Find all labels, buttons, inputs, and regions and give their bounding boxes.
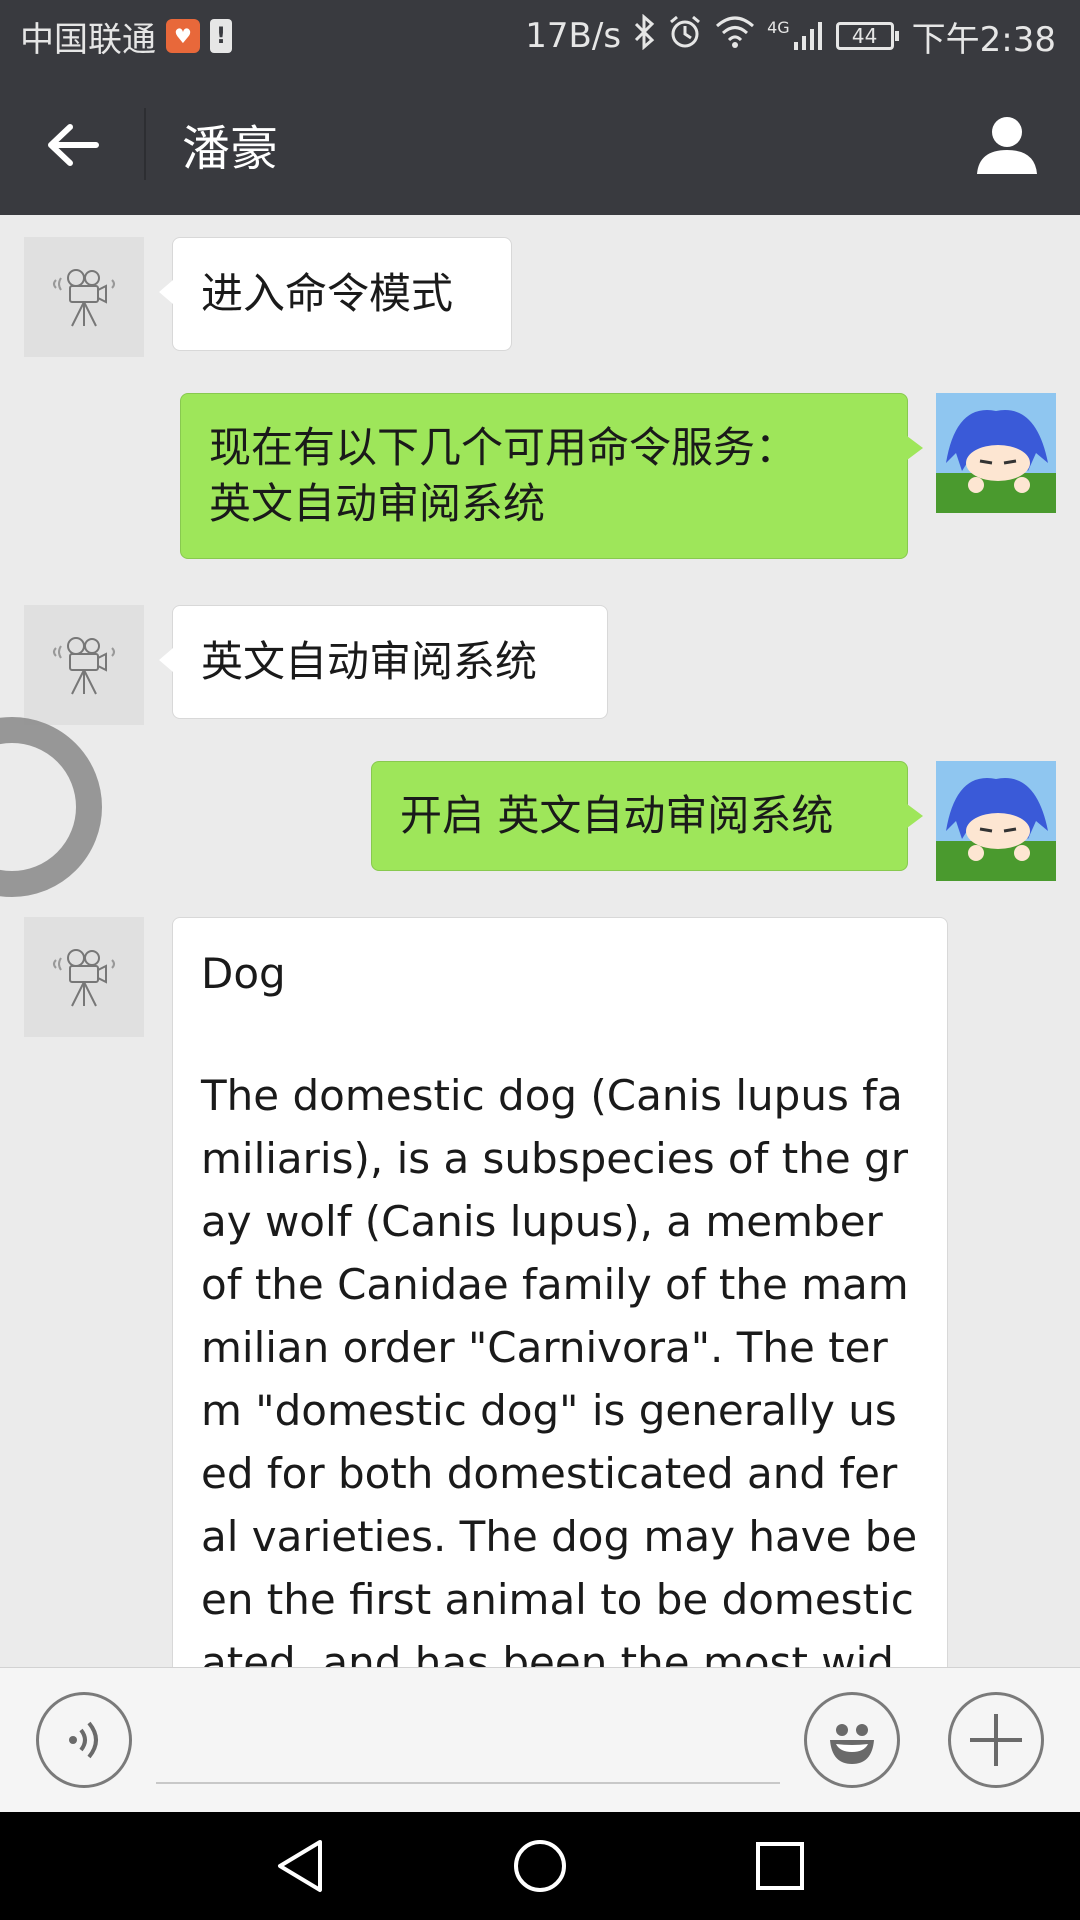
nav-recents-button[interactable] <box>740 1826 820 1906</box>
message-bubble-outgoing[interactable]: 现在有以下几个可用命令服务： 英文自动审阅系统 <box>180 393 923 559</box>
network-speed: 17B/s <box>525 16 622 56</box>
emoji-button[interactable] <box>804 1692 900 1788</box>
message-bubble-incoming[interactable]: 进入命令模式 <box>159 237 512 351</box>
message-bubble-incoming[interactable]: 英文自动审阅系统 <box>159 605 608 719</box>
message-text: The domestic dog (Canis lupus familiaris… <box>201 1071 918 1667</box>
floating-assistive-ball[interactable] <box>0 717 102 897</box>
more-options-button[interactable] <box>948 1692 1044 1788</box>
anime-avatar-icon <box>936 393 1056 513</box>
message-list[interactable]: 进入命令模式 现在有以下几个可用命令服务： 英文自动审阅系统 英文自动审阅系统 <box>0 215 1080 1667</box>
system-nav-bar <box>0 1812 1080 1920</box>
message-text: 英文自动审阅系统 <box>201 637 538 686</box>
bot-avatar[interactable] <box>24 237 144 357</box>
battery-level: 44 <box>851 24 878 48</box>
alarm-icon <box>667 14 703 59</box>
user-avatar[interactable] <box>936 761 1056 881</box>
message-title: Dog <box>201 949 286 998</box>
nav-back-button[interactable] <box>260 1826 340 1906</box>
camera-tripod-icon <box>53 637 115 695</box>
camera-tripod-icon <box>53 269 115 327</box>
chat-title: 潘豪 <box>182 120 279 177</box>
message-bubble-outgoing[interactable]: 开启 英文自动审阅系统 <box>371 761 923 871</box>
voice-icon <box>69 1721 98 1759</box>
title-divider <box>144 108 146 180</box>
message-bubble-incoming[interactable]: Dog The domestic dog (Canis lupus famili… <box>172 917 948 1667</box>
square-recents-icon <box>756 1842 804 1890</box>
message-input[interactable] <box>156 1696 780 1784</box>
arrow-left-icon <box>48 124 99 166</box>
clock: 下午2:38 <box>911 19 1056 60</box>
wifi-icon <box>715 16 755 57</box>
camera-tripod-icon <box>53 949 115 1007</box>
signal-icon: 4G <box>767 20 824 52</box>
back-button[interactable] <box>30 102 116 188</box>
battery-alert-icon: ! <box>210 19 232 53</box>
plus-icon <box>970 1714 1022 1766</box>
person-icon <box>977 117 1037 174</box>
message-text: 进入命令模式 <box>201 269 454 318</box>
anime-avatar-icon <box>936 761 1056 881</box>
circle-home-icon <box>514 1840 566 1892</box>
nav-home-button[interactable] <box>500 1826 580 1906</box>
status-bar: 中国联通 ♥ ! 17B/s 4G 44 下午2:38 <box>0 0 1080 72</box>
smiley-icon <box>830 1724 874 1764</box>
triangle-back-icon <box>278 1840 322 1892</box>
chat-header: 潘豪 <box>0 72 1080 215</box>
voice-input-button[interactable] <box>36 1692 132 1788</box>
chat-info-button[interactable] <box>964 102 1050 188</box>
health-app-notification-icon: ♥ <box>166 19 200 53</box>
battery-icon: 44 <box>835 22 899 50</box>
bluetooth-icon <box>633 13 655 59</box>
network-type-label: 4G <box>767 18 790 37</box>
message-text: 开启 英文自动审阅系统 <box>400 791 834 840</box>
user-avatar[interactable] <box>936 393 1056 513</box>
message-text: 现在有以下几个可用命令服务： 英文自动审阅系统 <box>209 423 798 528</box>
bot-avatar[interactable] <box>24 605 144 725</box>
bot-avatar[interactable] <box>24 917 144 1037</box>
carrier-label: 中国联通 <box>20 19 156 60</box>
input-bar <box>0 1667 1080 1812</box>
